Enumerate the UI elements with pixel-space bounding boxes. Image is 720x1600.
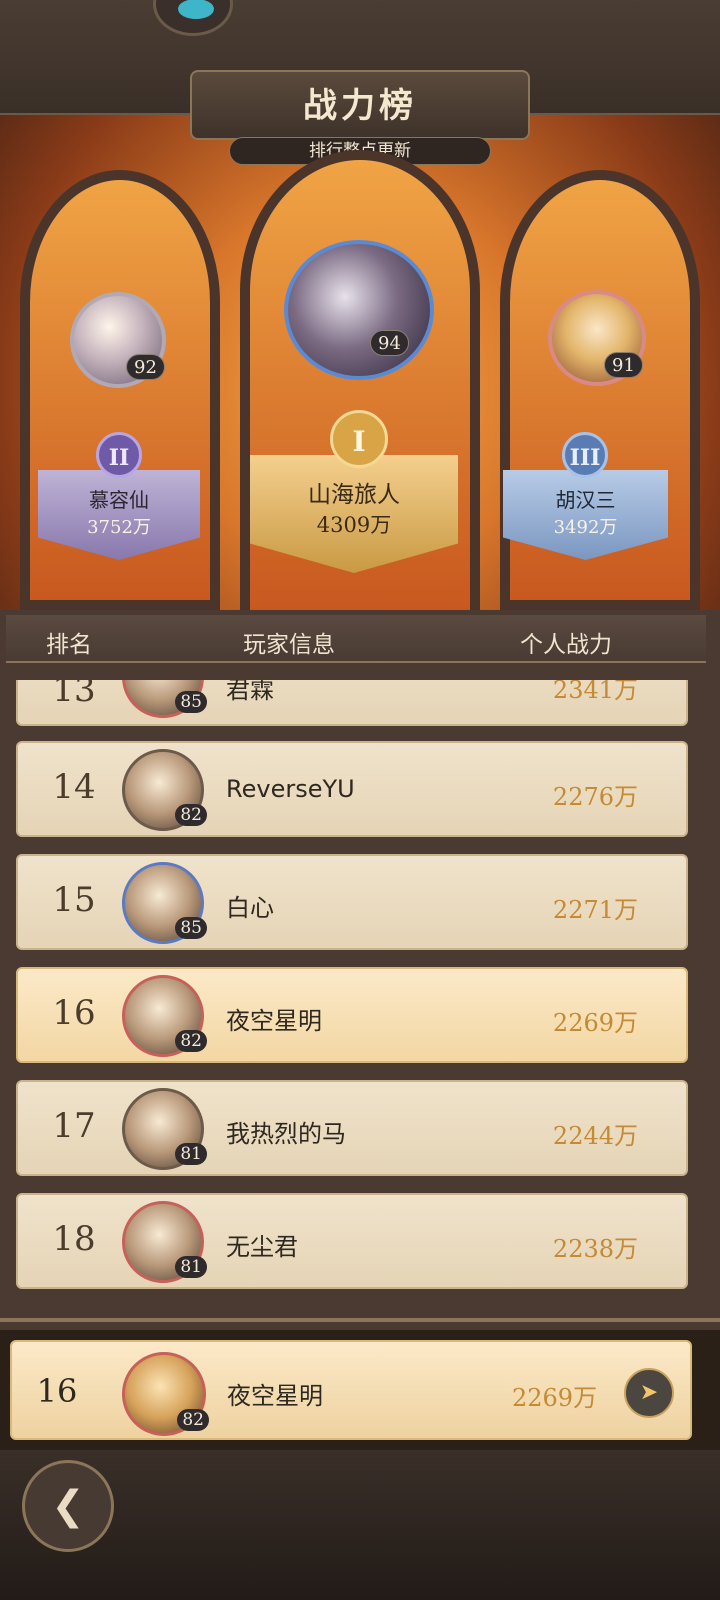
column-power: 个人战力 — [520, 632, 612, 658]
player-power: 2269万 — [552, 1009, 638, 1037]
rank-two-emblem: II — [96, 432, 142, 478]
player-power: 3752万 — [87, 517, 151, 538]
my-power: 2269万 — [512, 1384, 598, 1412]
player-name: 无尘君 — [226, 1233, 298, 1261]
player-name: 胡汉三 — [555, 488, 616, 512]
player-avatar[interactable]: 82 — [122, 975, 207, 1057]
divider — [0, 1318, 720, 1322]
podium-first-avatar[interactable]: 94 — [284, 240, 434, 380]
level-badge: 94 — [370, 330, 409, 356]
player-name: 夜空星明 — [226, 1007, 322, 1035]
player-power: 2271万 — [552, 896, 638, 924]
row-rank: 14 — [52, 767, 96, 807]
player-avatar[interactable]: 81 — [122, 1088, 207, 1170]
column-rank: 排名 — [46, 632, 92, 658]
my-name: 夜空星明 — [227, 1382, 323, 1410]
level-badge: 82 — [175, 804, 207, 826]
player-power: 2244万 — [552, 1122, 638, 1150]
list-header: 排名 玩家信息 个人战力 — [6, 615, 706, 663]
player-name: ReverseYU — [226, 775, 355, 803]
player-power: 2276万 — [552, 783, 638, 811]
level-badge: 92 — [126, 354, 165, 380]
level-badge: 82 — [175, 1030, 207, 1052]
row-rank: 17 — [52, 1106, 96, 1146]
my-rank: 16 — [36, 1372, 78, 1410]
my-rank-row[interactable]: 16 82 夜空星明 2269万 ➤ — [10, 1340, 692, 1440]
rank-one-emblem: I — [330, 410, 388, 468]
row-rank: 16 — [52, 993, 96, 1033]
player-power: 2238万 — [552, 1235, 638, 1263]
page-title: 战力榜 — [303, 86, 417, 126]
level-badge: 82 — [177, 1409, 209, 1431]
table-row-self[interactable]: 16 82 夜空星明 2269万 — [16, 967, 688, 1063]
player-name: 山海旅人 — [308, 482, 400, 508]
level-badge: 85 — [175, 917, 207, 939]
table-row[interactable]: 14 82 ReverseYU 2276万 — [16, 741, 688, 837]
player-avatar[interactable]: 81 — [122, 1201, 207, 1283]
podium-second-avatar[interactable]: 92 — [70, 292, 166, 388]
player-name: 慕容仙 — [89, 488, 149, 512]
column-player-info: 玩家信息 — [243, 632, 335, 658]
level-badge: 81 — [175, 1143, 207, 1165]
player-power: 3492万 — [553, 517, 618, 538]
level-badge: 85 — [175, 691, 207, 713]
player-power: 4309万 — [316, 513, 392, 537]
fish-icon — [178, 0, 214, 19]
share-icon[interactable]: ➤ — [624, 1368, 674, 1418]
player-name: 白心 — [226, 894, 274, 922]
table-row[interactable]: 17 81 我热烈的马 2244万 — [16, 1080, 688, 1176]
rank-three-emblem: III — [562, 432, 608, 478]
player-avatar[interactable]: 85 — [122, 862, 207, 944]
player-name: 我热烈的马 — [226, 1120, 346, 1148]
level-badge: 81 — [175, 1256, 207, 1278]
player-avatar[interactable]: 82 — [122, 749, 207, 831]
back-icon[interactable]: ❮ — [22, 1460, 114, 1552]
row-rank: 15 — [52, 880, 96, 920]
table-row[interactable]: 15 85 白心 2271万 — [16, 854, 688, 950]
table-row[interactable]: 18 81 无尘君 2238万 — [16, 1193, 688, 1289]
row-rank: 18 — [52, 1219, 96, 1259]
my-avatar[interactable]: 82 — [122, 1352, 209, 1436]
level-badge: 91 — [604, 352, 643, 378]
podium-third-avatar[interactable]: 91 — [548, 290, 646, 386]
